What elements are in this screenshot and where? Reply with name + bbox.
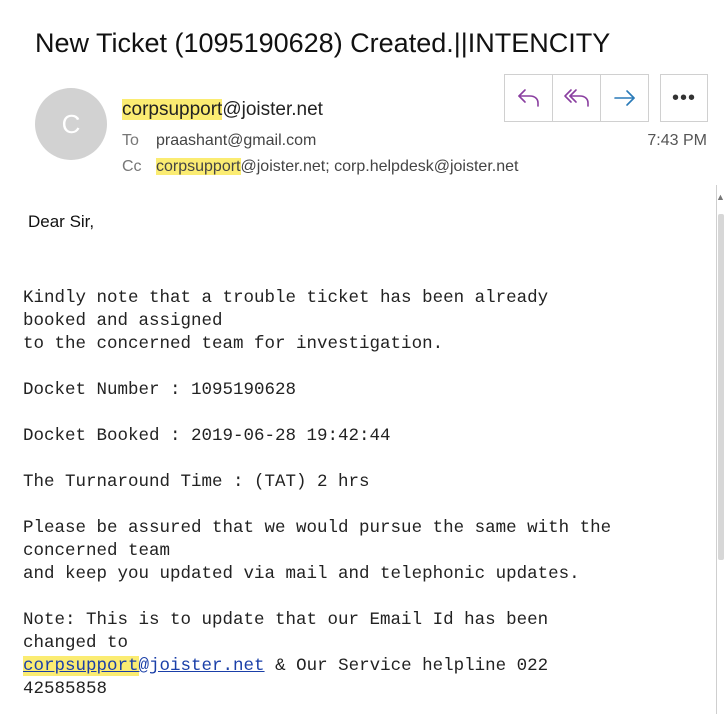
email-greeting: Dear Sir, (28, 212, 95, 231)
sender-domain: @joister.net (222, 99, 323, 120)
reply-button[interactable] (505, 75, 552, 121)
email-link-highlight[interactable]: corpsupport (23, 656, 139, 676)
message-actions-toolbar (504, 74, 649, 122)
reply-icon (517, 89, 539, 107)
forward-icon (613, 90, 635, 106)
forward-button[interactable] (600, 75, 648, 121)
sender-avatar[interactable]: C (35, 88, 107, 160)
email-link-domain[interactable]: @joister.net (139, 656, 265, 676)
scroll-up-arrow-icon[interactable]: ▲ (716, 188, 725, 206)
helpline-text: & Our Service helpline 022 (264, 656, 549, 676)
received-time: 7:43 PM (647, 132, 707, 149)
helpline-number: 42585858 (23, 679, 108, 699)
cc-highlight[interactable]: corpsupport (156, 158, 241, 175)
email-body: Kindly note that a trouble ticket has be… (23, 287, 611, 701)
body-text: Kindly note that a trouble ticket has be… (23, 288, 612, 653)
to-label: To (122, 132, 139, 149)
to-recipient[interactable]: praashant@gmail.com (156, 132, 316, 149)
sender-address[interactable]: corpsupport@joister.net (122, 99, 323, 121)
sender-highlight: corpsupport (122, 99, 223, 120)
cc-label: Cc (122, 158, 142, 175)
reply-all-icon (563, 89, 589, 107)
email-subject: New Ticket (1095190628) Created.||INTENC… (35, 28, 611, 58)
cc-recipients[interactable]: @joister.net; corp.helpdesk@joister.net (241, 158, 519, 175)
reply-all-button[interactable] (552, 75, 600, 121)
cc-row: Cc corpsupport@joister.net; corp.helpdesk… (122, 158, 518, 176)
scrollbar-thumb[interactable] (718, 214, 724, 560)
more-actions-button[interactable]: ••• (660, 74, 708, 122)
to-row: To praashant@gmail.com (122, 132, 316, 150)
